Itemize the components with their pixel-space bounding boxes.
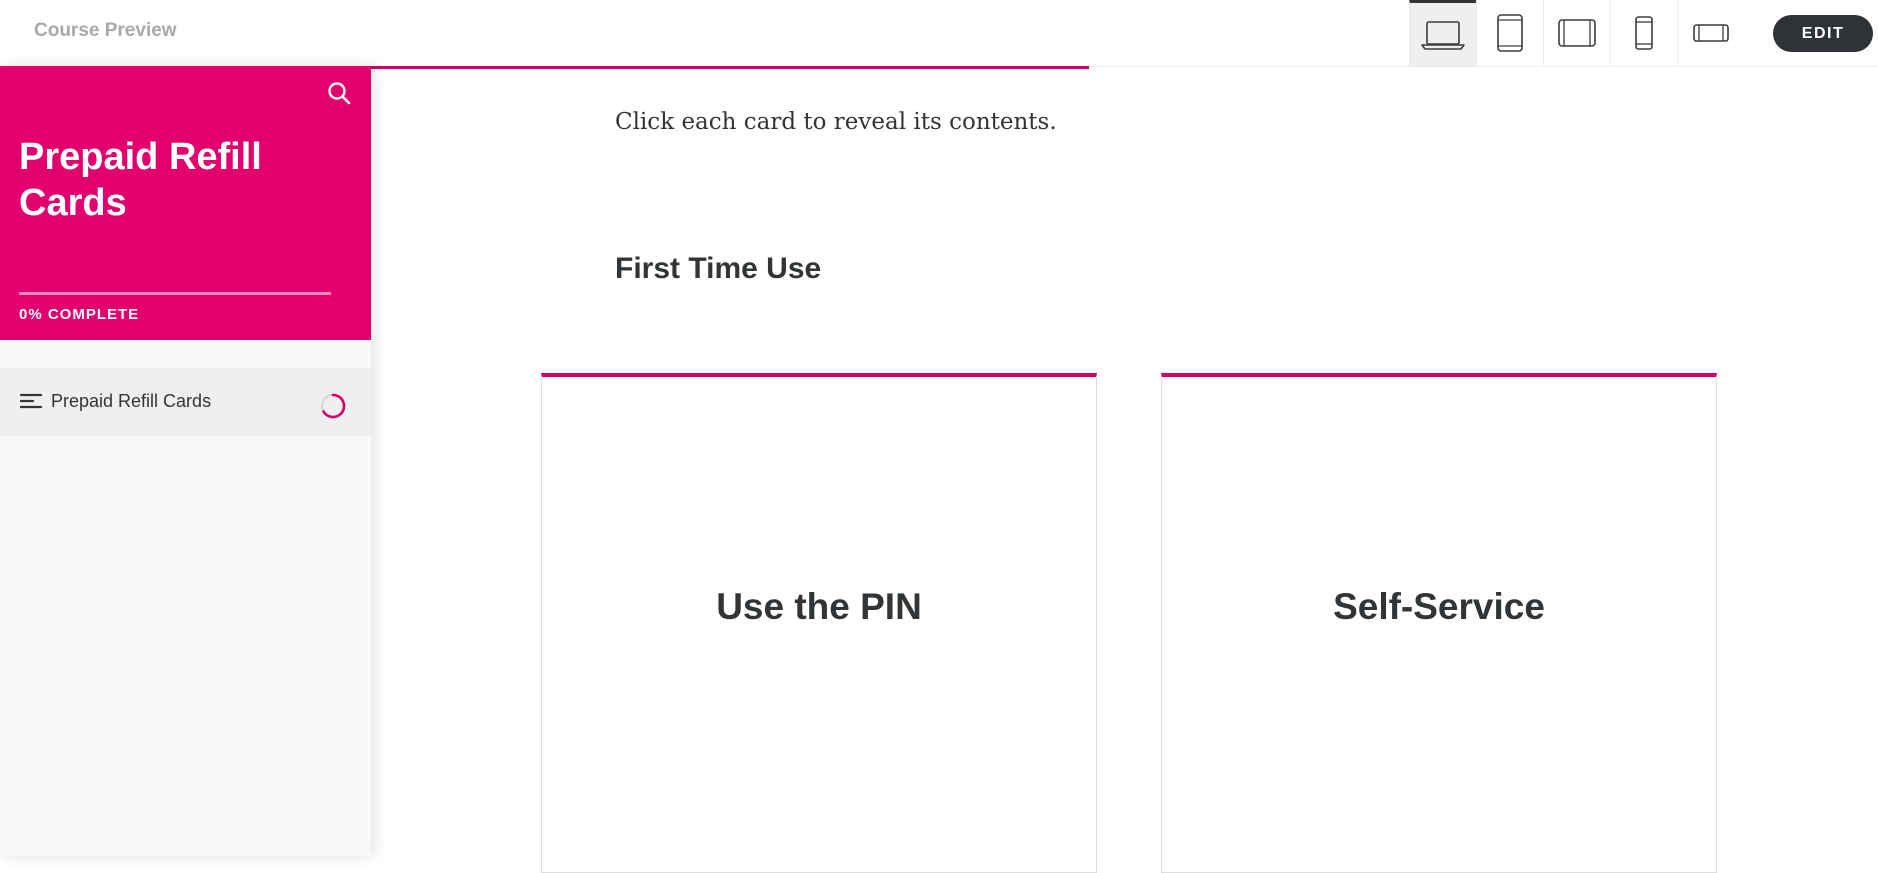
device-tablet-portrait-button[interactable] [1476,0,1543,66]
sidebar: Prepaid Refill Cards 0% COMPLETE Prepaid… [0,66,371,856]
laptop-icon [1421,20,1465,50]
course-progress-text: 0% COMPLETE [19,306,140,323]
tablet-landscape-icon [1558,19,1596,47]
sidebar-lesson-label: Prepaid Refill Cards [51,391,212,411]
phone-landscape-icon [1693,24,1729,42]
loading-ring-icon [320,393,346,419]
flashcard-title: Self-Service [1333,585,1545,627]
flashcard-self-service[interactable]: Self-Service [1161,373,1717,873]
course-preview-label: Course Preview [34,20,177,41]
course-progress-track [19,292,331,295]
flashcard-use-the-pin[interactable]: Use the PIN [541,373,1097,873]
device-tablet-landscape-button[interactable] [1543,0,1610,66]
course-title: Prepaid Refill Cards [19,136,262,224]
tablet-portrait-icon [1497,14,1523,52]
device-phone-landscape-button[interactable] [1677,0,1744,66]
instruction-text: Click each card to reveal its contents. [615,109,1057,135]
search-icon [328,82,351,105]
menu-lines-icon [20,393,43,409]
device-switcher [1409,0,1744,66]
phone-portrait-icon [1635,16,1653,50]
section-heading: First Time Use [615,252,822,285]
edit-button[interactable]: EDIT [1773,15,1873,52]
device-desktop-button[interactable] [1409,0,1476,66]
lesson-content: Click each card to reveal its contents. … [371,69,1878,873]
top-bar: Course Preview EDIT [0,0,1878,66]
search-button[interactable] [326,80,352,111]
sidebar-lesson-item[interactable]: Prepaid Refill Cards [0,368,371,436]
sidebar-header: Prepaid Refill Cards 0% COMPLETE [0,66,371,340]
device-phone-portrait-button[interactable] [1610,0,1677,66]
flashcard-title: Use the PIN [716,585,922,627]
